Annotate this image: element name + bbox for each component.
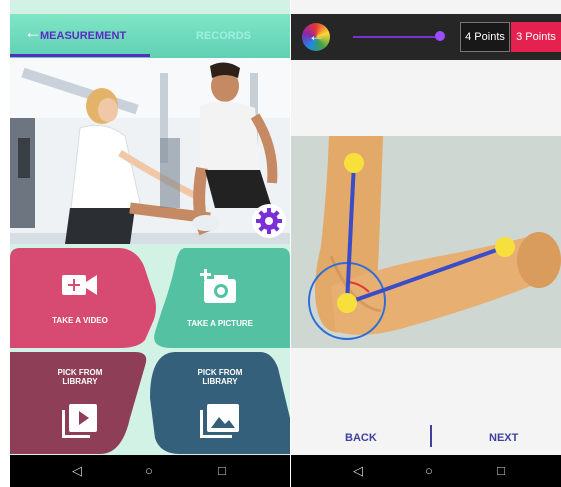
video-camera-icon bbox=[62, 274, 97, 295]
recents-square-icon[interactable]: □ bbox=[497, 463, 505, 478]
system-nav-bar: ◁ ○ □ bbox=[10, 455, 290, 487]
tab-records[interactable]: RECORDS bbox=[196, 30, 251, 42]
angle-measure-screen: ← 4 Points 3 Points BACK NEXT ◁ ○ □ bbox=[291, 0, 561, 487]
back-triangle-icon[interactable]: ◁ bbox=[72, 463, 82, 479]
physiotherapy-photo bbox=[10, 58, 290, 244]
take-video-label: TAKE A VIDEO bbox=[52, 315, 108, 325]
capture-options-grid: TAKE A VIDEO TAKE A PICTURE PICK FROM LI… bbox=[10, 248, 290, 454]
slider-track[interactable] bbox=[353, 36, 441, 38]
video-library-icon bbox=[62, 404, 97, 438]
take-video-tile[interactable]: TAKE A VIDEO bbox=[10, 248, 150, 348]
pick-photo-library-label: PICK FROM LIBRARY bbox=[197, 368, 243, 386]
next-button[interactable]: NEXT bbox=[489, 432, 518, 444]
take-picture-label: TAKE A PICTURE bbox=[187, 318, 253, 328]
take-picture-tile[interactable]: TAKE A PICTURE bbox=[150, 248, 290, 348]
three-points-button[interactable]: 3 Points bbox=[511, 22, 561, 52]
footer-divider bbox=[430, 425, 432, 447]
tab-measurement[interactable]: MEASUREMENT bbox=[40, 30, 126, 42]
home-circle-icon[interactable]: ○ bbox=[425, 463, 433, 478]
elbow-photo-canvas[interactable] bbox=[291, 136, 561, 348]
home-circle-icon[interactable]: ○ bbox=[145, 463, 153, 478]
back-triangle-icon[interactable]: ◁ bbox=[353, 463, 363, 479]
system-nav-bar-right: ◁ ○ □ bbox=[291, 455, 561, 487]
pick-video-library-label: PICK FROM LIBRARY bbox=[57, 368, 103, 386]
top-app-bar: ← MEASUREMENT RECORDS bbox=[10, 14, 290, 58]
settings-button[interactable] bbox=[252, 204, 286, 238]
gear-icon bbox=[256, 208, 282, 234]
measurement-screen: ← MEASUREMENT RECORDS TAKE A VIDEO TAKE … bbox=[10, 0, 290, 487]
slider-thumb[interactable] bbox=[435, 31, 445, 41]
four-points-button[interactable]: 4 Points bbox=[460, 22, 510, 52]
color-wheel-back-icon[interactable]: ← bbox=[302, 23, 330, 51]
recents-square-icon[interactable]: □ bbox=[218, 463, 226, 478]
add-photo-icon bbox=[200, 268, 236, 303]
pick-video-library-tile[interactable]: PICK FROM LIBRARY bbox=[10, 352, 150, 454]
pick-photo-library-tile[interactable]: PICK FROM LIBRARY bbox=[150, 352, 290, 454]
measure-toolbar: ← 4 Points 3 Points bbox=[291, 14, 561, 60]
back-button[interactable]: BACK bbox=[345, 432, 377, 444]
photo-library-icon bbox=[200, 404, 239, 438]
active-tab-indicator bbox=[10, 54, 150, 57]
